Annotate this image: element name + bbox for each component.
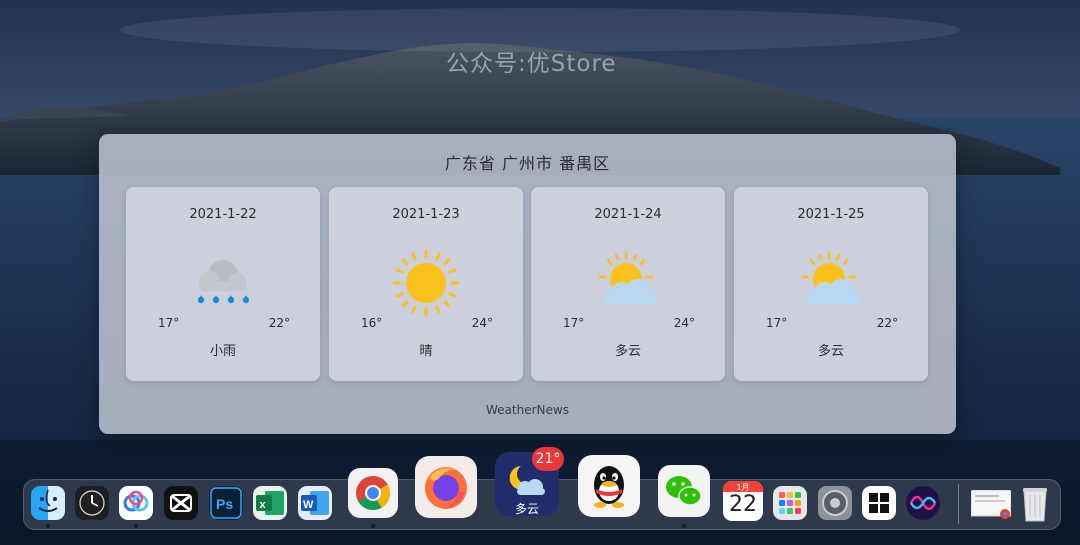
running-indicator: [371, 524, 375, 528]
partly-cloudy-icon: [801, 251, 860, 304]
sun-icon: [392, 249, 460, 317]
capcut-icon[interactable]: [164, 486, 198, 520]
temp-high: 22°: [268, 316, 290, 330]
forecast-card[interactable]: 2021-1-23 16° 24° 晴: [329, 187, 523, 381]
watermark: 公众号:优Store: [446, 51, 617, 77]
firefox-icon[interactable]: [415, 456, 477, 518]
weather-condition: 多云: [817, 344, 844, 359]
clock-icon[interactable]: [75, 486, 109, 520]
dock-divider: [958, 484, 959, 524]
temp-high: 22°: [876, 316, 898, 330]
forecast-date: 2021-1-22: [189, 207, 257, 222]
chrome-icon[interactable]: [348, 468, 398, 518]
weather-widget[interactable]: 广东省 广州市 番禺区 2021-1-22 17° 22° 小雨 2021-1-…: [99, 134, 956, 434]
system-preferences-icon[interactable]: [818, 486, 852, 520]
weather-app-label: 多云: [514, 502, 539, 516]
weather-condition: 晴: [419, 344, 433, 359]
forecast-card[interactable]: 2021-1-25 17° 22° 多云: [734, 187, 928, 381]
baidu-netdisk-icon[interactable]: [119, 486, 153, 520]
windows-icon[interactable]: [862, 486, 896, 520]
partly-cloudy-icon: [598, 251, 657, 304]
forecast-card[interactable]: 2021-1-24 17° 24° 多云: [531, 187, 725, 381]
svg-text:Ps: Ps: [216, 496, 233, 512]
forecast-date: 2021-1-24: [594, 207, 662, 222]
downloads-stack-icon[interactable]: [971, 490, 1011, 520]
word-icon[interactable]: W: [298, 486, 332, 520]
forecast-date: 2021-1-23: [392, 207, 460, 222]
cloud-rain-icon: [197, 260, 250, 304]
forecast-card[interactable]: 2021-1-22 17° 22° 小雨: [126, 187, 320, 381]
weather-condition: 多云: [614, 344, 641, 359]
temp-low: 16°: [361, 316, 383, 330]
finder-icon[interactable]: [31, 486, 65, 520]
running-indicator: [46, 524, 50, 528]
weather-condition: 小雨: [209, 344, 236, 359]
running-indicator: [134, 524, 138, 528]
svg-text:x: x: [260, 499, 267, 511]
trash-icon[interactable]: [1018, 483, 1052, 523]
calendar-day: 22: [729, 492, 757, 517]
widget-footer: WeatherNews: [486, 403, 569, 417]
temp-low: 17°: [158, 316, 180, 330]
location-title: 广东省 广州市 番禺区: [444, 154, 611, 173]
temp-low: 17°: [766, 316, 788, 330]
siri-icon[interactable]: [906, 486, 940, 520]
temp-high: 24°: [673, 316, 695, 330]
qq-icon[interactable]: [578, 455, 640, 517]
launchpad-icon[interactable]: [773, 486, 807, 520]
wechat-icon[interactable]: [658, 465, 710, 517]
forecast-date: 2021-1-25: [797, 207, 865, 222]
temperature-badge: 21°: [532, 447, 564, 471]
photoshop-icon[interactable]: Ps: [209, 486, 243, 520]
excel-icon[interactable]: x: [253, 486, 287, 520]
svg-text:W: W: [303, 499, 314, 511]
temp-low: 17°: [563, 316, 585, 330]
temp-high: 24°: [471, 316, 493, 330]
running-indicator: [682, 524, 686, 528]
